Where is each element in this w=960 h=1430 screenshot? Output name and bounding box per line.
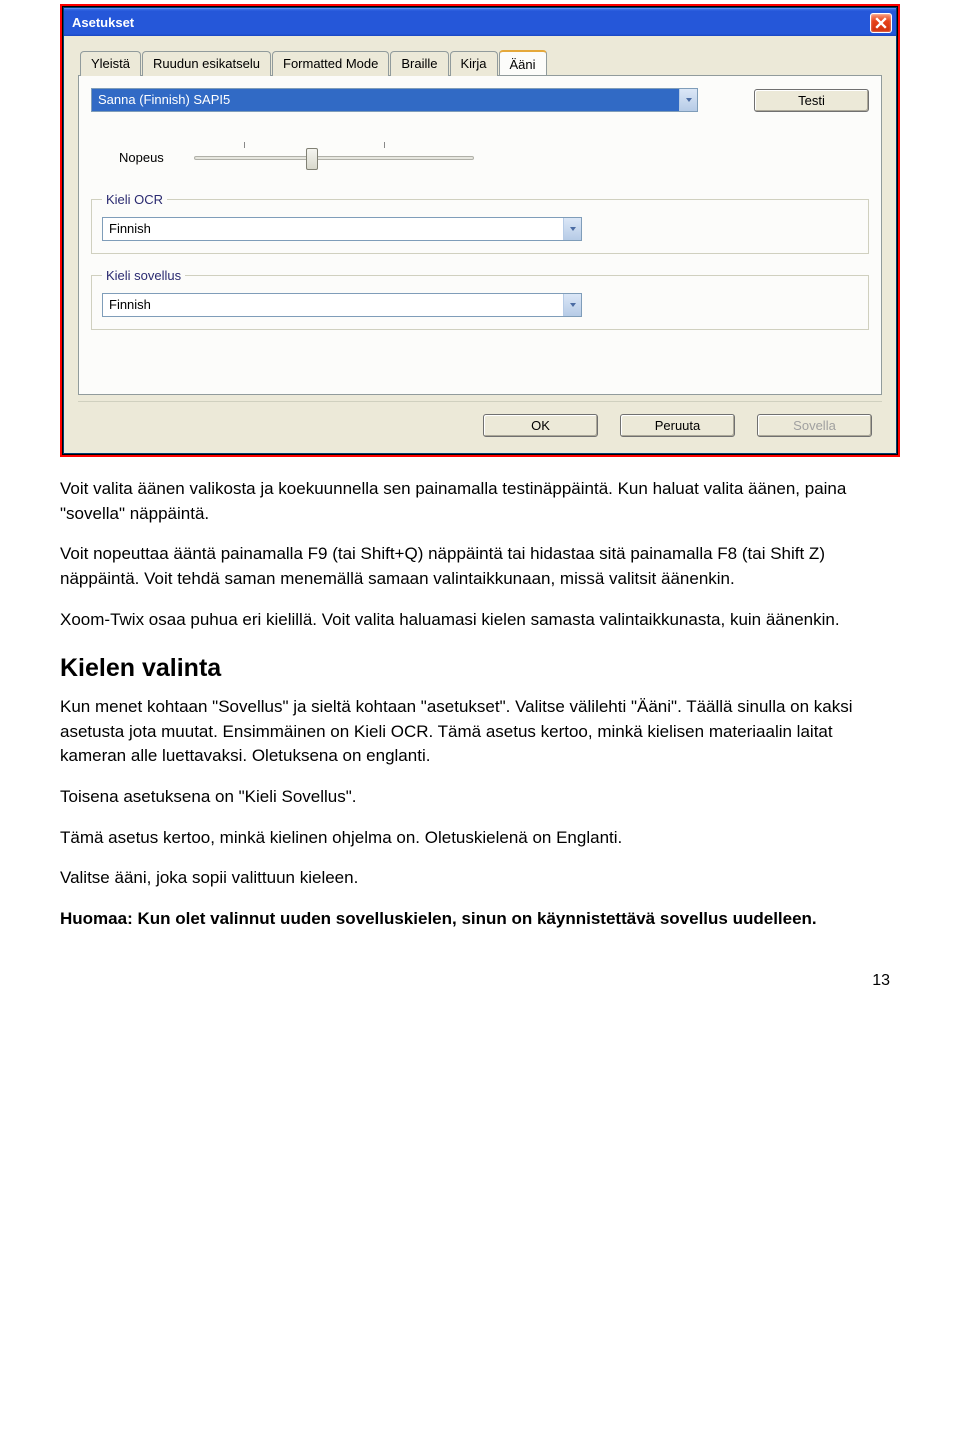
ocr-language-arrow[interactable] bbox=[563, 218, 581, 240]
tab-braille[interactable]: Braille bbox=[390, 51, 448, 76]
speed-slider[interactable] bbox=[194, 142, 474, 172]
doc-p5: Toisena asetuksena on "Kieli Sovellus". bbox=[60, 785, 900, 810]
page-number: 13 bbox=[0, 972, 890, 990]
app-language-legend: Kieli sovellus bbox=[102, 268, 185, 283]
voice-select[interactable]: Sanna (Finnish) SAPI5 bbox=[91, 88, 698, 112]
app-language-select[interactable]: Finnish bbox=[102, 293, 582, 317]
app-language-group: Kieli sovellus Finnish bbox=[91, 268, 869, 330]
ocr-language-select[interactable]: Finnish bbox=[102, 217, 582, 241]
chevron-down-icon bbox=[569, 225, 577, 233]
voice-select-value: Sanna (Finnish) SAPI5 bbox=[92, 89, 679, 111]
app-language-arrow[interactable] bbox=[563, 294, 581, 316]
tab-panel-aani: Sanna (Finnish) SAPI5 Testi Nopeus bbox=[78, 75, 882, 395]
doc-p4: Kun menet kohtaan "Sovellus" ja sieltä k… bbox=[60, 695, 900, 769]
tab-aani[interactable]: Ääni bbox=[499, 50, 547, 75]
chevron-down-icon bbox=[685, 96, 693, 104]
tab-yleista[interactable]: Yleistä bbox=[80, 51, 141, 76]
doc-p3: Xoom-Twix osaa puhua eri kielillä. Voit … bbox=[60, 608, 900, 633]
apply-button[interactable]: Sovella bbox=[757, 414, 872, 437]
voice-select-arrow[interactable] bbox=[679, 89, 697, 111]
settings-dialog: Asetukset Yleistä Ruudun esikatselu Form… bbox=[63, 7, 897, 454]
doc-p2: Voit nopeuttaa ääntä painamalla F9 (tai … bbox=[60, 542, 900, 591]
window-title: Asetukset bbox=[72, 15, 134, 30]
close-button[interactable] bbox=[870, 13, 892, 33]
tab-kirja[interactable]: Kirja bbox=[450, 51, 498, 76]
test-button[interactable]: Testi bbox=[754, 89, 869, 112]
chevron-down-icon bbox=[569, 301, 577, 309]
close-icon bbox=[875, 17, 887, 29]
speed-label: Nopeus bbox=[119, 150, 164, 165]
doc-p7: Valitse ääni, joka sopii valittuun kiele… bbox=[60, 866, 900, 891]
doc-p6: Tämä asetus kertoo, minkä kielinen ohjel… bbox=[60, 826, 900, 851]
client-area: Yleistä Ruudun esikatselu Formatted Mode… bbox=[64, 36, 896, 453]
doc-heading: Kielen valinta bbox=[60, 654, 900, 683]
slider-track bbox=[194, 156, 474, 160]
ocr-language-value: Finnish bbox=[103, 218, 563, 240]
document-body: Voit valita äänen valikosta ja koekuunne… bbox=[60, 477, 900, 932]
doc-note: Huomaa: Kun olet valinnut uuden sovellus… bbox=[60, 907, 900, 932]
doc-p1: Voit valita äänen valikosta ja koekuunne… bbox=[60, 477, 900, 526]
tabs: Yleistä Ruudun esikatselu Formatted Mode… bbox=[80, 50, 882, 75]
app-language-value: Finnish bbox=[103, 294, 563, 316]
titlebar[interactable]: Asetukset bbox=[64, 8, 896, 36]
dialog-button-row: OK Peruuta Sovella bbox=[78, 401, 882, 441]
tab-ruudun-esikatselu[interactable]: Ruudun esikatselu bbox=[142, 51, 271, 76]
slider-thumb[interactable] bbox=[306, 148, 318, 170]
ocr-language-group: Kieli OCR Finnish bbox=[91, 192, 869, 254]
ok-button[interactable]: OK bbox=[483, 414, 598, 437]
screenshot-frame: Asetukset Yleistä Ruudun esikatselu Form… bbox=[60, 4, 900, 457]
cancel-button[interactable]: Peruuta bbox=[620, 414, 735, 437]
tab-formatted-mode[interactable]: Formatted Mode bbox=[272, 51, 389, 76]
ocr-language-legend: Kieli OCR bbox=[102, 192, 167, 207]
